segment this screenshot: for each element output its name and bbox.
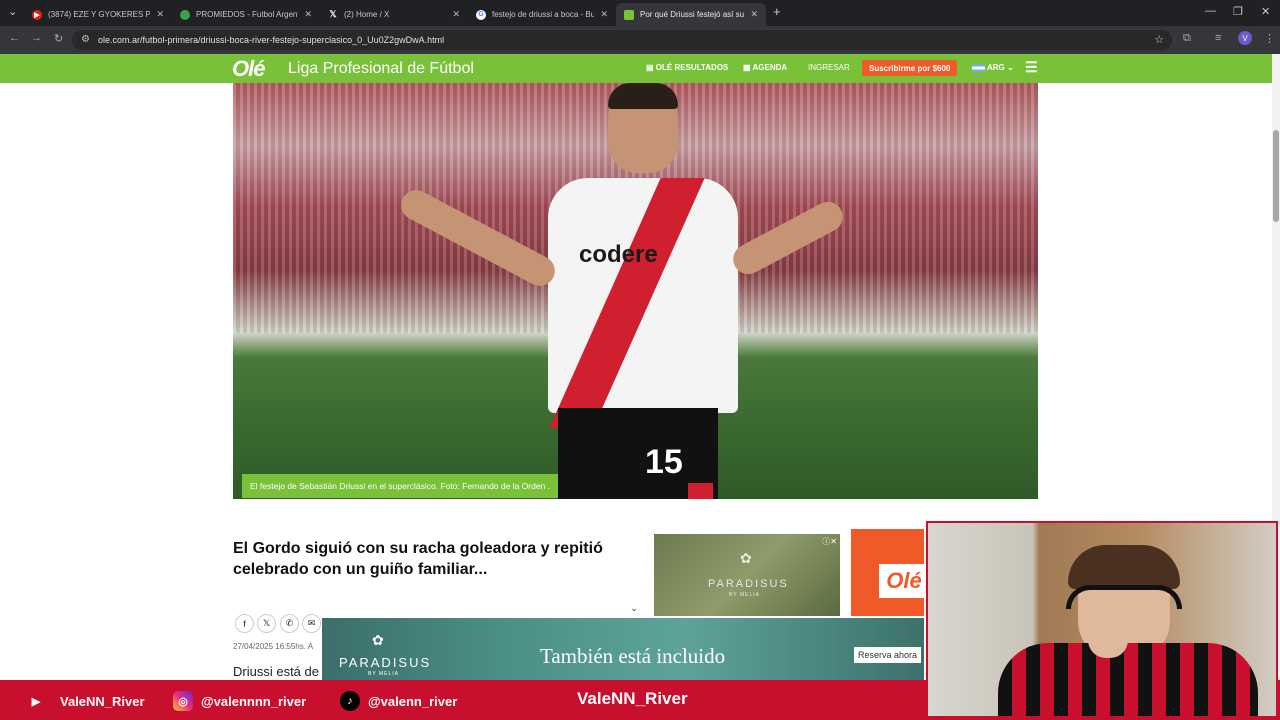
youtube-favicon-icon: ▶ (32, 9, 42, 20)
tab-google-search[interactable]: G festejo de driussi a boca - Busc ✕ (468, 3, 616, 26)
close-tab-icon[interactable]: ✕ (600, 9, 608, 20)
tiktok-handle: ♪ @valenn_river (340, 691, 457, 711)
tab-youtube[interactable]: ▶ (3874) EZE Y GYOKERES POR D ✕ (24, 3, 172, 26)
article-body-text: Driussi está de (233, 664, 319, 679)
tab-x-home[interactable]: 𝕏 (2) Home / X ✕ (320, 3, 468, 26)
stream-channel-name: ValeNN_River (577, 689, 688, 708)
subscribe-button[interactable]: Suscribirme por $600 (862, 60, 958, 76)
tab-title: PROMIEDOS - Futbol Argentino (196, 10, 298, 19)
youtube-handle: ▶ ValeNN_River (26, 691, 145, 711)
ad-brand-sub: BY MELIA (729, 592, 760, 598)
shorts-number: 15 (645, 443, 683, 481)
streamer-jersey (998, 643, 1258, 716)
chart-icon: ▤ (646, 63, 654, 72)
ole-side-ad[interactable]: Olé (851, 529, 929, 616)
ole-logo[interactable]: Olé (232, 56, 265, 82)
page-scrollbar-thumb[interactable] (1273, 130, 1279, 222)
paradisus-flower-icon: ✿ (740, 550, 752, 566)
argentina-flag-icon (972, 63, 985, 72)
close-tab-icon[interactable]: ✕ (304, 9, 312, 20)
tiktok-icon: ♪ (340, 691, 360, 711)
ad-brand-sub: BY MELIA (368, 671, 399, 677)
tab-title: (2) Home / X (344, 10, 390, 19)
section-title[interactable]: Liga Profesional de Fútbol (288, 60, 474, 78)
restore-icon[interactable]: ❐ (1233, 5, 1243, 18)
player-hair (608, 83, 678, 109)
article-hero-photo: codere 15 (233, 83, 1038, 499)
jersey-sponsor: codere (579, 241, 658, 268)
minimize-icon[interactable]: — (1205, 5, 1216, 17)
paradisus-flower-icon: ✿ (372, 632, 384, 648)
article-subheadline: El Gordo siguió con su racha goleadora y… (233, 540, 603, 578)
site-header: Olé Liga Profesional de Fútbol ▤ OLÉ RES… (0, 54, 1272, 83)
menu-kebab-icon[interactable]: ⋮ (1264, 32, 1275, 45)
nav-ingresar[interactable]: INGRESAR (808, 63, 850, 72)
publish-date: 27/04/2025 16:55hs. A (233, 642, 314, 651)
address-bar[interactable]: ⚙ ole.com.ar/futbol-primera/driussi-boca… (72, 30, 1172, 50)
browser-tab-strip: ⌄ ▶ (3874) EZE Y GYOKERES POR D ✕ PROMIE… (0, 0, 1280, 26)
ad-brand: PARADISUS (708, 578, 789, 590)
tab-search-icon[interactable]: ⌄ (8, 5, 17, 18)
close-tab-icon[interactable]: ✕ (452, 9, 460, 20)
site-info-icon[interactable]: ⚙ (81, 34, 90, 45)
x-share-icon[interactable]: 𝕏 (257, 614, 276, 633)
whatsapp-share-icon[interactable]: ✆ (280, 614, 299, 633)
collapse-ad-chevron-icon[interactable]: ⌄ (622, 601, 646, 615)
close-tab-icon[interactable]: ✕ (156, 9, 164, 20)
ad-tagline: También está incluido (540, 644, 726, 668)
tab-title: festejo de driussi a boca - Busc (492, 10, 595, 19)
tab-title: Por qué Driussi festejó así su g (640, 10, 745, 19)
instagram-icon: ◎ (173, 691, 193, 711)
chevron-down-icon: ⌄ (1006, 63, 1014, 72)
url-text: ole.com.ar/futbol-primera/driussi-boca-r… (98, 35, 445, 45)
hamburger-menu-icon[interactable]: ☰ (1025, 59, 1038, 76)
reload-icon[interactable]: ↻ (54, 32, 63, 45)
paradisus-bottom-ad[interactable]: ✿ PARADISUS BY MELIA También está inclui… (322, 618, 924, 680)
streamer-hand (1088, 618, 1128, 658)
extensions-icon[interactable]: ⧉ (1183, 32, 1191, 45)
headset-icon (1066, 585, 1182, 609)
media-control-icon[interactable]: ≡ (1215, 32, 1221, 44)
reserva-ahora-button[interactable]: Reserva ahora (853, 647, 921, 663)
facebook-share-icon[interactable]: f (235, 614, 254, 633)
nav-resultados[interactable]: ▤ OLÉ RESULTADOS (646, 63, 728, 72)
close-tab-icon[interactable]: ✕ (750, 9, 758, 20)
google-favicon-icon: G (476, 9, 486, 20)
tab-ole-article[interactable]: Por qué Driussi festejó así su g ✕ (616, 3, 766, 26)
bookmark-star-icon[interactable]: ☆ (1154, 33, 1164, 46)
ad-choices-icon[interactable]: ⓘ✕ (822, 536, 837, 547)
profile-avatar-icon[interactable]: V (1238, 31, 1252, 45)
instagram-handle: ◎ @valennnn_river (173, 691, 306, 711)
back-icon[interactable]: ← (9, 32, 20, 44)
tab-title: (3874) EZE Y GYOKERES POR D (48, 10, 151, 19)
close-window-icon[interactable]: ✕ (1261, 5, 1270, 18)
paradisus-side-ad[interactable]: ⓘ✕ ✿ PARADISUS BY MELIA (654, 534, 840, 616)
tab-promiedos[interactable]: PROMIEDOS - Futbol Argentino ✕ (172, 3, 320, 26)
forward-icon[interactable]: → (31, 32, 42, 44)
browser-toolbar: ← → ↻ ⚙ ole.com.ar/futbol-primera/driuss… (0, 26, 1280, 54)
country-selector[interactable]: ARG ⌄ (972, 63, 1014, 72)
youtube-icon: ▶ (31, 695, 41, 708)
email-share-icon[interactable]: ✉ (302, 614, 321, 633)
photo-caption: El festejo de Sebastián Driussi en el su… (242, 474, 559, 498)
ole-favicon-icon (624, 9, 634, 20)
ole-ad-logo: Olé (879, 564, 929, 598)
promiedos-favicon-icon (180, 9, 190, 20)
new-tab-button[interactable]: + (773, 4, 781, 19)
shorts-red-stripe (688, 483, 713, 499)
nav-agenda[interactable]: ▦ AGENDA (743, 63, 787, 72)
ad-brand: PARADISUS (339, 655, 432, 670)
streamer-hair (1068, 545, 1180, 589)
calendar-icon: ▦ (743, 63, 751, 72)
x-favicon-icon: 𝕏 (329, 9, 337, 19)
streamer-webcam (926, 521, 1278, 718)
